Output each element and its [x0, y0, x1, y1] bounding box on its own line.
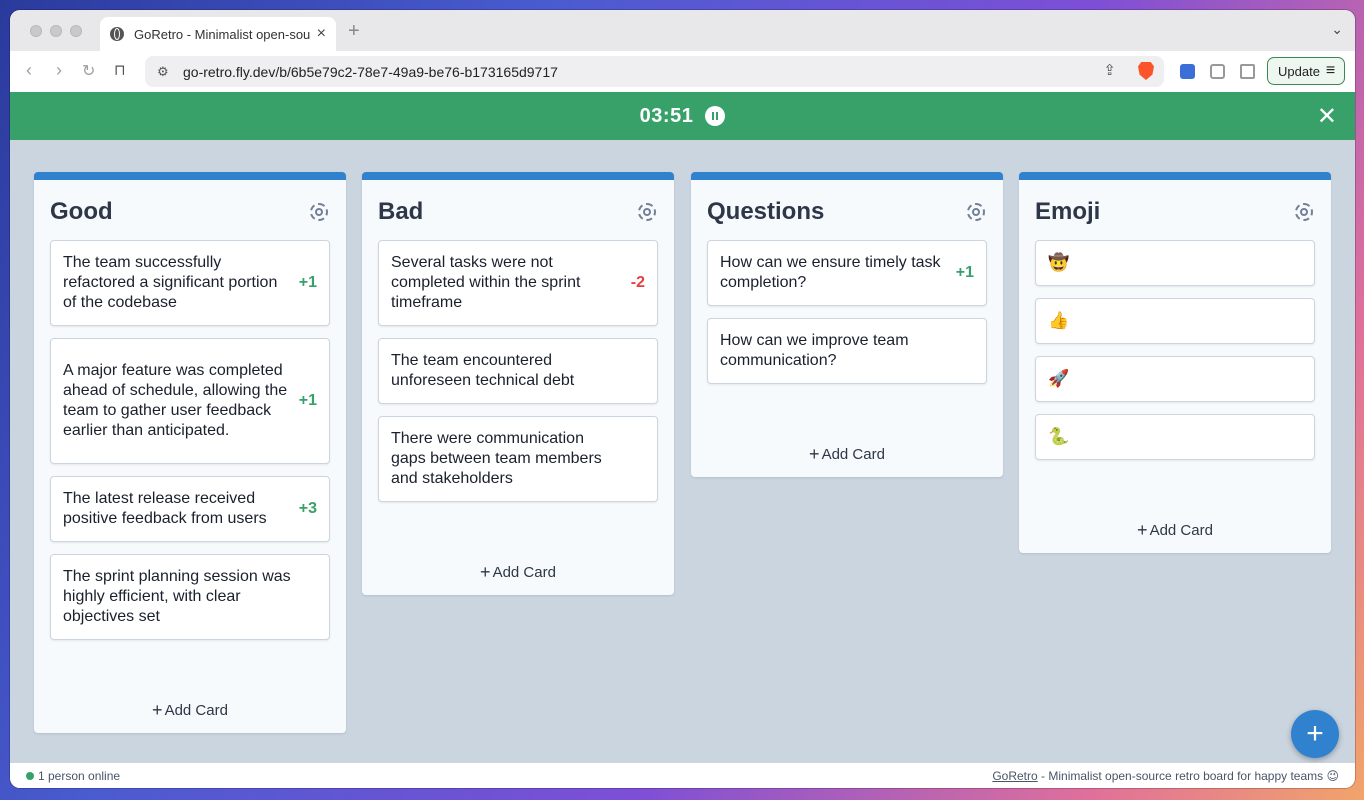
vote-count[interactable]: +3 — [299, 500, 317, 518]
add-card-button[interactable]: + Add Card — [362, 562, 674, 583]
add-column-button[interactable]: + — [1291, 710, 1339, 758]
column-title: Questions — [707, 198, 825, 225]
minimize-window-button[interactable] — [50, 25, 62, 37]
tab-title: GoRetro - Minimalist open-source retro b… — [134, 26, 311, 42]
add-card-label: Add Card — [821, 446, 885, 463]
card[interactable]: A major feature was completed ahead of s… — [50, 338, 330, 464]
address-bar[interactable]: ⚙ go-retro.fly.dev/b/6b5e79c2-78e7-49a9-… — [145, 56, 1164, 87]
emoji-card-text: 🤠 — [1048, 253, 1070, 272]
sidebar-icon[interactable] — [1240, 64, 1255, 79]
card-text: The latest release received positive fee… — [63, 490, 267, 527]
card[interactable]: 🤠 — [1035, 240, 1315, 286]
update-button[interactable]: Update ≡ — [1267, 57, 1345, 85]
site-settings-icon[interactable]: ⚙ — [157, 64, 169, 80]
tagline-text: - Minimalist open-source retro board for… — [1037, 768, 1339, 783]
column-emoji: Emoji 🤠 👍 🚀 🐍 + Add Card — [1019, 172, 1331, 553]
add-card-label: Add Card — [1149, 522, 1213, 539]
column-title: Emoji — [1035, 198, 1101, 225]
add-card-button[interactable]: + Add Card — [691, 444, 1003, 465]
emoji-card-text: 🐍 — [1048, 427, 1070, 446]
add-card-label: Add Card — [492, 564, 556, 581]
vote-count[interactable]: +1 — [956, 264, 974, 282]
bookmark-icon[interactable]: ⊓ — [114, 61, 126, 79]
online-dot-icon — [26, 771, 34, 780]
reload-icon[interactable]: ↻ — [82, 61, 95, 81]
close-window-button[interactable] — [30, 25, 42, 37]
goretro-link[interactable]: GoRetro — [992, 769, 1037, 783]
url-text: go-retro.fly.dev/b/6b5e79c2-78e7-49a9-be… — [183, 63, 558, 80]
card[interactable]: The team successfully refactored a signi… — [50, 240, 330, 326]
browser-toolbar: ‹ › ↻ ⊓ ⚙ go-retro.fly.dev/b/6b5e79c2-78… — [10, 51, 1355, 92]
online-status: 1 person online — [26, 769, 120, 783]
emoji-card-text: 👍 — [1048, 311, 1070, 330]
column-good: Good The team successfully refactored a … — [34, 172, 346, 733]
globe-icon — [110, 27, 124, 41]
card-text: A major feature was completed ahead of s… — [63, 362, 288, 439]
card[interactable]: 🐍 — [1035, 414, 1315, 460]
browser-window: GoRetro - Minimalist open-source retro b… — [10, 10, 1355, 788]
menu-icon: ≡ — [1325, 62, 1336, 79]
plus-icon: + — [480, 562, 491, 582]
close-timer-icon[interactable]: ✕ — [1317, 102, 1337, 131]
add-card-button[interactable]: + Add Card — [1019, 520, 1331, 541]
card-text: Several tasks were not completed within … — [391, 254, 581, 311]
plus-icon: + — [1137, 520, 1148, 540]
card[interactable]: The sprint planning session was highly e… — [50, 554, 330, 640]
column-title: Good — [50, 198, 113, 225]
card[interactable]: How can we ensure timely task completion… — [707, 240, 987, 306]
tab-strip: GoRetro - Minimalist open-source retro b… — [10, 10, 1355, 51]
zoom-window-button[interactable] — [70, 25, 82, 37]
add-card-label: Add Card — [164, 702, 228, 719]
vote-count[interactable]: -2 — [631, 274, 645, 292]
gear-icon[interactable] — [1293, 201, 1315, 223]
vote-count[interactable]: +1 — [299, 274, 317, 292]
share-icon[interactable]: ⇪ — [1103, 61, 1116, 79]
card-text: The team encountered unforeseen technica… — [391, 352, 575, 389]
column-questions: Questions How can we ensure timely task … — [691, 172, 1003, 477]
card-text: How can we ensure timely task completion… — [720, 254, 941, 291]
timer-bar: 03:51 ✕ — [10, 92, 1355, 140]
retro-board: Good The team successfully refactored a … — [10, 140, 1355, 763]
card[interactable]: 👍 — [1035, 298, 1315, 344]
card-text: The team successfully refactored a signi… — [63, 254, 278, 311]
timer-display: 03:51 — [639, 104, 694, 127]
card[interactable]: How can we improve team communication? — [707, 318, 987, 384]
card-text: How can we improve team communication? — [720, 332, 909, 369]
gear-icon[interactable] — [636, 201, 658, 223]
brave-shields-icon[interactable] — [1138, 62, 1154, 80]
forward-icon[interactable]: › — [56, 60, 62, 81]
column-bad: Bad Several tasks were not completed wit… — [362, 172, 674, 595]
vote-count[interactable]: +1 — [299, 392, 317, 410]
card[interactable]: There were communication gaps between te… — [378, 416, 658, 502]
card[interactable]: The latest release received positive fee… — [50, 476, 330, 542]
card-text: The sprint planning session was highly e… — [63, 568, 291, 625]
emoji-card-text: 🚀 — [1048, 369, 1070, 388]
close-tab-icon[interactable]: × — [317, 25, 326, 43]
back-icon[interactable]: ‹ — [26, 60, 32, 81]
browser-tab[interactable]: GoRetro - Minimalist open-source retro b… — [100, 17, 336, 51]
new-tab-icon[interactable]: + — [348, 20, 360, 43]
plus-icon: + — [809, 444, 820, 464]
update-label: Update — [1278, 63, 1320, 79]
extensions-icon[interactable] — [1210, 64, 1225, 79]
card[interactable]: The team encountered unforeseen technica… — [378, 338, 658, 404]
add-card-button[interactable]: + Add Card — [34, 700, 346, 721]
chevron-down-icon[interactable]: ⌄ — [1331, 21, 1343, 38]
footer-tagline: GoRetro - Minimalist open-source retro b… — [992, 769, 1339, 783]
online-count: 1 person online — [38, 768, 121, 783]
gear-icon[interactable] — [965, 201, 987, 223]
footer: 1 person online GoRetro - Minimalist ope… — [10, 763, 1355, 788]
plus-icon: + — [152, 700, 163, 720]
card[interactable]: 🚀 — [1035, 356, 1315, 402]
pause-icon[interactable] — [705, 106, 726, 126]
gear-icon[interactable] — [308, 201, 330, 223]
bitwarden-icon[interactable] — [1180, 64, 1195, 79]
card[interactable]: Several tasks were not completed within … — [378, 240, 658, 326]
column-title: Bad — [378, 198, 424, 225]
card-text: There were communication gaps between te… — [391, 430, 602, 487]
